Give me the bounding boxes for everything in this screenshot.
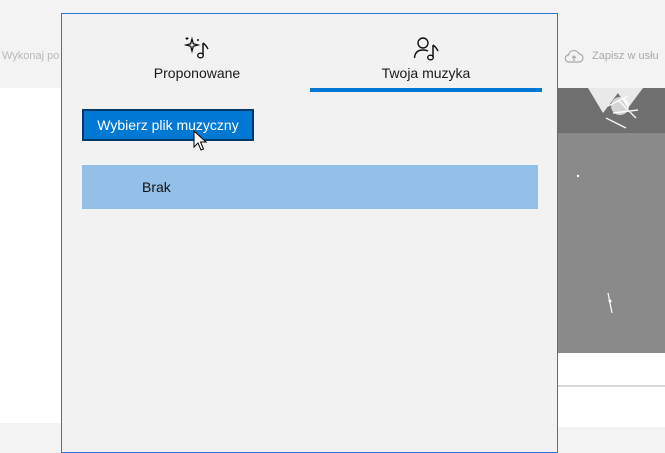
sparkle-music-note-icon bbox=[184, 36, 209, 59]
save-to-cloud-button[interactable]: Zapisz w usłu bbox=[564, 48, 659, 64]
choose-music-file-button[interactable]: Wybierz plik muzyczny bbox=[82, 109, 254, 141]
tab-suggested-label: Proponowane bbox=[153, 65, 241, 81]
tab-suggested[interactable]: Proponowane bbox=[92, 14, 302, 94]
mouse-pointer-icon bbox=[193, 130, 207, 151]
preview-frame-image bbox=[558, 88, 665, 353]
music-picker-flyout: Proponowane Twoja muzyka Wybierz plik mu… bbox=[61, 13, 558, 453]
tab-your-music-label: Twoja muzyka bbox=[381, 65, 471, 81]
music-item-label: Brak bbox=[142, 179, 171, 195]
save-to-cloud-label: Zapisz w usłu bbox=[592, 50, 659, 62]
background-left-panel bbox=[0, 88, 62, 423]
cloud-upload-icon bbox=[564, 49, 584, 63]
selected-tab-indicator bbox=[310, 88, 542, 92]
background-action-label[interactable]: Wykonaj po bbox=[2, 50, 59, 62]
video-preview bbox=[558, 88, 665, 353]
person-music-note-icon bbox=[413, 37, 439, 61]
background-bottom-area bbox=[558, 387, 665, 427]
background-timeline-strip bbox=[558, 353, 665, 387]
tab-your-music[interactable]: Twoja muzyka bbox=[310, 14, 542, 94]
music-list-item[interactable]: Brak bbox=[82, 165, 538, 209]
